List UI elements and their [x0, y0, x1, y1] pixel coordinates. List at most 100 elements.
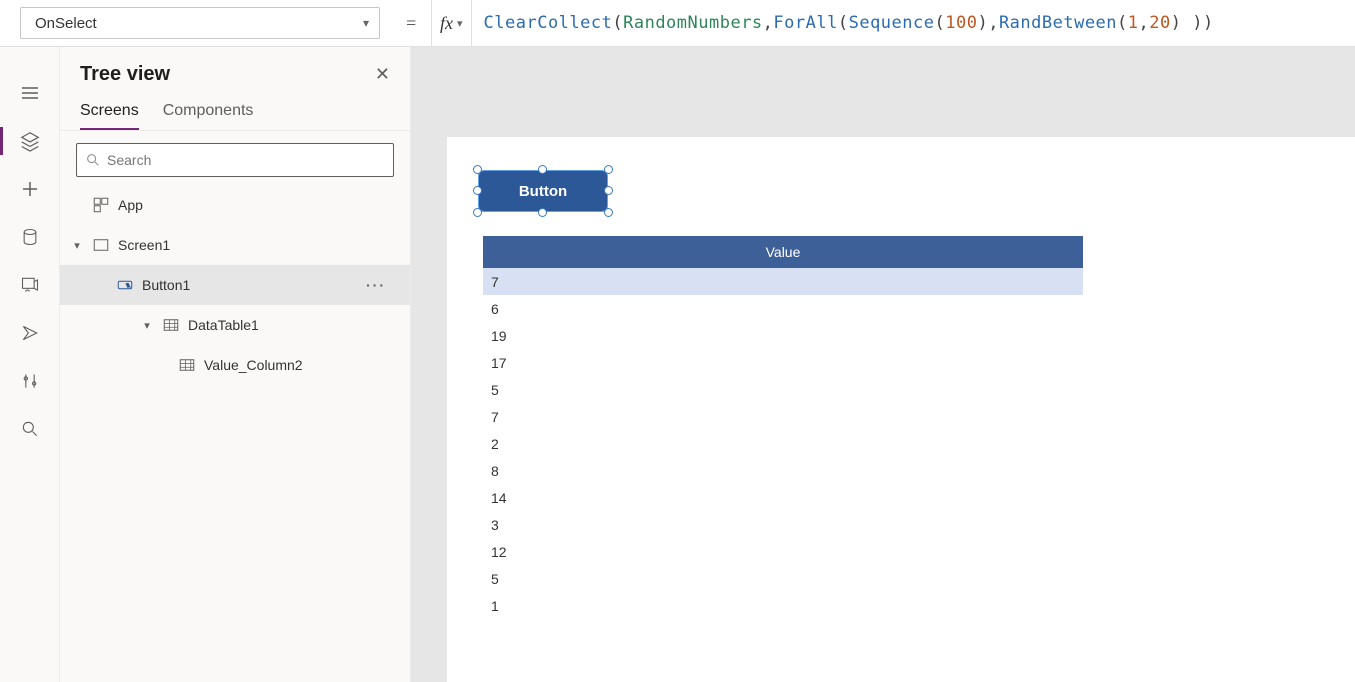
- formula-token: (: [934, 13, 945, 33]
- cell-value: 7: [491, 274, 499, 290]
- table-row[interactable]: 3: [483, 511, 1083, 538]
- tree-item-screen1[interactable]: ▾ Screen1: [60, 225, 410, 265]
- data-table-control[interactable]: Value 7 6 19 17 5 7 2 8 14 3 12 5 1: [483, 236, 1083, 619]
- tree-item-button1[interactable]: Button1 ···: [60, 265, 410, 305]
- resize-handle[interactable]: [538, 165, 547, 174]
- fx-icon: fx: [440, 13, 453, 34]
- layers-icon: [19, 130, 41, 152]
- formula-token: ) )): [1171, 13, 1214, 33]
- power-automate-nav[interactable]: [0, 309, 60, 357]
- search-icon: [85, 152, 101, 168]
- chevron-down-icon[interactable]: ▾: [70, 239, 84, 252]
- search-icon: [20, 419, 40, 439]
- formula-bar[interactable]: ClearCollect( RandomNumbers, ForAll( Seq…: [472, 0, 1355, 46]
- hamburger-button[interactable]: [0, 69, 60, 117]
- media-icon: [20, 275, 40, 295]
- tab-screens[interactable]: Screens: [80, 102, 139, 130]
- database-icon: [20, 227, 40, 247]
- formula-token: RandBetween: [999, 13, 1117, 33]
- resize-handle[interactable]: [604, 186, 613, 195]
- formula-token: ClearCollect: [484, 13, 613, 33]
- plus-icon: [20, 179, 40, 199]
- chevron-down-icon: ▾: [457, 17, 463, 30]
- resize-handle[interactable]: [604, 165, 613, 174]
- table-row[interactable]: 19: [483, 322, 1083, 349]
- sliders-icon: [20, 371, 40, 391]
- table-row[interactable]: 1: [483, 592, 1083, 619]
- formula-token: ,: [1139, 13, 1150, 33]
- column-header-label: Value: [766, 244, 801, 260]
- cell-value: 1: [491, 598, 499, 614]
- insert-nav[interactable]: [0, 165, 60, 213]
- formula-token: 100: [945, 13, 977, 33]
- formula-token: (: [1117, 13, 1128, 33]
- table-row[interactable]: 5: [483, 565, 1083, 592]
- tree-item-label: App: [118, 197, 143, 213]
- table-row[interactable]: 7: [483, 403, 1083, 430]
- cell-value: 12: [491, 544, 507, 560]
- chevron-down-icon: ▾: [363, 16, 369, 30]
- data-nav[interactable]: [0, 213, 60, 261]
- screen-canvas[interactable]: Button Value 7 6 19 17 5 7 2 8 14 3 12 5 1: [447, 137, 1355, 682]
- cell-value: 17: [491, 355, 507, 371]
- table-row[interactable]: 14: [483, 484, 1083, 511]
- resize-handle[interactable]: [538, 208, 547, 217]
- tree-item-value-column[interactable]: Value_Column2: [60, 345, 410, 385]
- table-row[interactable]: 17: [483, 349, 1083, 376]
- resize-handle[interactable]: [473, 165, 482, 174]
- data-table-header[interactable]: Value: [483, 236, 1083, 268]
- search-nav[interactable]: [0, 405, 60, 453]
- hamburger-icon: [20, 83, 40, 103]
- close-icon[interactable]: ✕: [375, 64, 390, 85]
- cell-value: 14: [491, 490, 507, 506]
- property-dropdown-value: OnSelect: [35, 15, 97, 32]
- formula-token: 1: [1128, 13, 1139, 33]
- tree-item-label: Screen1: [118, 237, 170, 253]
- settings-nav[interactable]: [0, 357, 60, 405]
- tree-search-input[interactable]: [101, 152, 385, 168]
- table-row[interactable]: 2: [483, 430, 1083, 457]
- table-row[interactable]: 7: [483, 268, 1083, 295]
- cell-value: 5: [491, 382, 499, 398]
- cell-value: 6: [491, 301, 499, 317]
- more-options-button[interactable]: ···: [366, 277, 386, 293]
- table-icon: [162, 316, 180, 334]
- left-rail: [0, 47, 60, 682]
- flow-icon: [20, 323, 40, 343]
- formula-token: ,: [763, 13, 774, 33]
- tree-item-label: Button1: [142, 277, 190, 293]
- table-row[interactable]: 5: [483, 376, 1083, 403]
- table-row[interactable]: 12: [483, 538, 1083, 565]
- formula-token: RandomNumbers: [623, 13, 763, 33]
- chevron-down-icon[interactable]: ▾: [140, 319, 154, 332]
- button-control-text: Button: [519, 183, 567, 200]
- tree-view-title: Tree view: [80, 63, 170, 86]
- button-control-selection[interactable]: Button: [478, 170, 608, 212]
- button-icon: [116, 276, 134, 294]
- tree-view-panel: Tree view ✕ Screens Components App ▾: [60, 47, 411, 682]
- resize-handle[interactable]: [473, 186, 482, 195]
- table-row[interactable]: 8: [483, 457, 1083, 484]
- tree-search[interactable]: [76, 143, 394, 177]
- tree-item-app[interactable]: App: [60, 185, 410, 225]
- canvas-area: Button Value 7 6 19 17 5 7 2 8 14 3 12 5 1: [411, 47, 1355, 682]
- tab-components[interactable]: Components: [163, 102, 254, 130]
- button-control[interactable]: Button: [478, 170, 608, 212]
- screen-icon: [92, 236, 110, 254]
- fx-dropdown[interactable]: fx ▾: [431, 0, 472, 46]
- app-icon: [92, 196, 110, 214]
- formula-token: (: [838, 13, 849, 33]
- tree-item-label: Value_Column2: [204, 357, 303, 373]
- tree-item-label: DataTable1: [188, 317, 259, 333]
- resize-handle[interactable]: [604, 208, 613, 217]
- column-icon: [178, 356, 196, 374]
- media-nav[interactable]: [0, 261, 60, 309]
- table-row[interactable]: 6: [483, 295, 1083, 322]
- property-dropdown[interactable]: OnSelect ▾: [20, 7, 380, 39]
- tree-item-datatable1[interactable]: ▾ DataTable1: [60, 305, 410, 345]
- cell-value: 2: [491, 436, 499, 452]
- tree-view-nav[interactable]: [0, 117, 60, 165]
- equals-label: =: [391, 0, 431, 46]
- resize-handle[interactable]: [473, 208, 482, 217]
- formula-token: ),: [977, 13, 998, 33]
